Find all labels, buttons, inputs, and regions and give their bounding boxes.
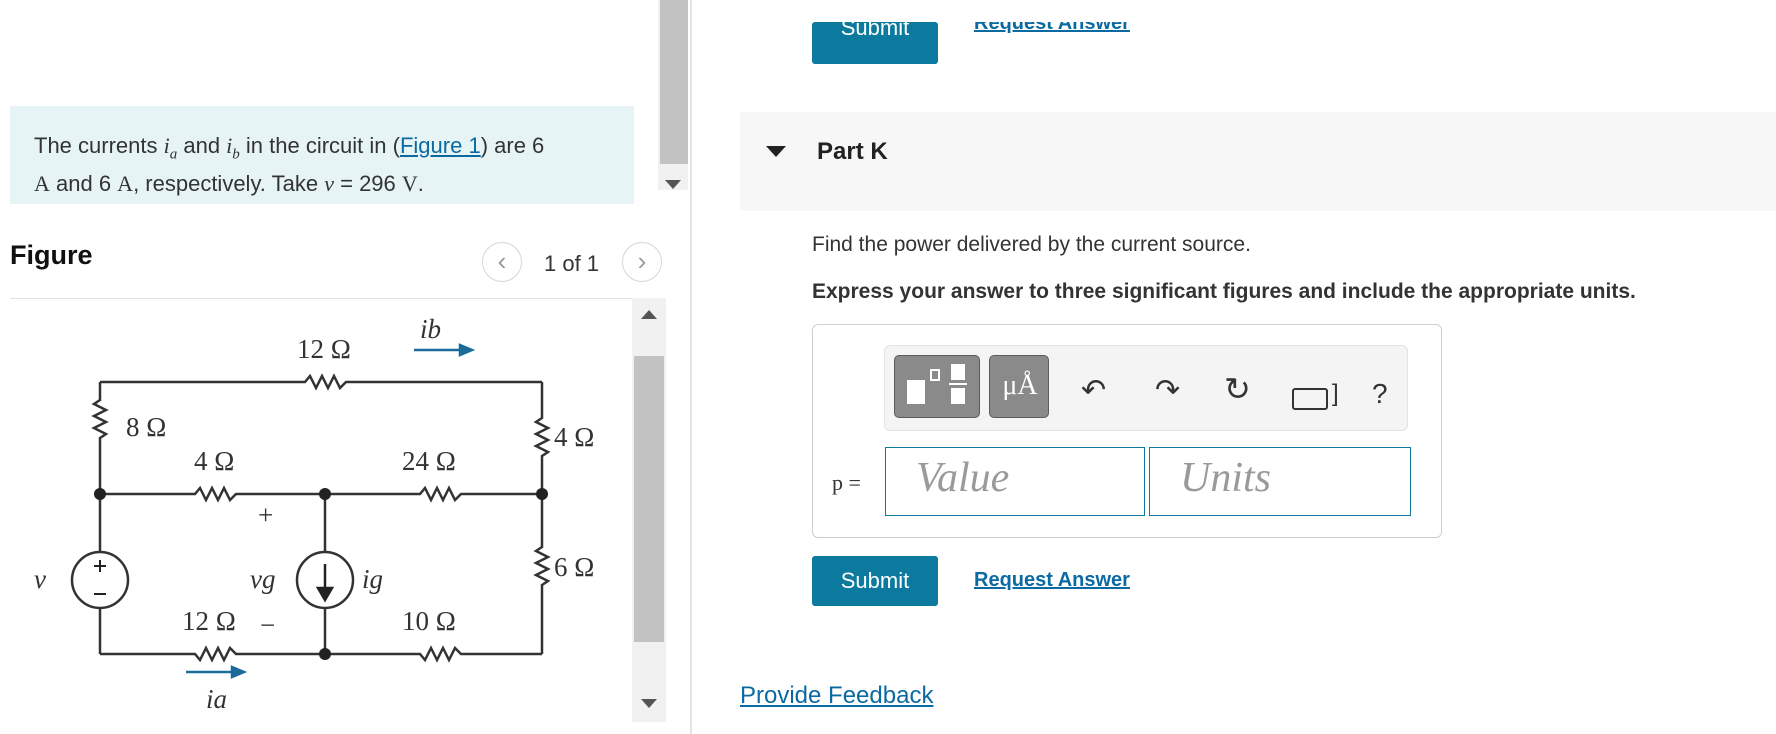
keyboard-bracket: ] xyxy=(1332,380,1339,407)
pane-divider xyxy=(690,0,692,734)
figure-title: Figure xyxy=(10,240,93,270)
var-ia: ia xyxy=(163,133,178,163)
label-minus: − xyxy=(260,610,275,640)
submit-button-previous[interactable]: Submit xyxy=(812,22,938,64)
submit-button[interactable]: Submit xyxy=(812,556,938,606)
provide-feedback-link[interactable]: Provide Feedback xyxy=(740,682,933,710)
instruction-text: Express your answer to three significant… xyxy=(812,280,1636,303)
request-answer-link[interactable]: Request Answer xyxy=(974,569,1130,592)
help-icon[interactable]: ? xyxy=(1372,378,1388,410)
label-r-right-bottom: 6 Ω xyxy=(554,552,594,582)
figure-link[interactable]: Figure 1 xyxy=(400,133,481,158)
units-input[interactable]: Units xyxy=(1149,447,1411,516)
question-text: Find the power delivered by the current … xyxy=(812,233,1251,256)
request-answer-link-previous[interactable]: Request Answer xyxy=(974,22,1130,50)
label-r-left-top: 8 Ω xyxy=(126,412,166,442)
chevron-left-icon[interactable]: ‹ xyxy=(482,242,522,282)
templates-button[interactable] xyxy=(894,355,980,418)
label-ib: ib xyxy=(420,314,441,344)
units-button[interactable]: μÅ xyxy=(989,355,1049,418)
redo-icon[interactable]: ↷ xyxy=(1155,373,1180,408)
part-header[interactable] xyxy=(740,112,1776,211)
label-r-mid-right: 24 Ω xyxy=(402,446,456,476)
label-v: v xyxy=(34,564,46,594)
label-r-mid-left: 4 Ω xyxy=(194,446,234,476)
caret-down-icon[interactable] xyxy=(766,146,786,157)
pane-scroll-down-icon[interactable] xyxy=(665,180,681,189)
templates-icon xyxy=(907,364,967,404)
label-vg: vg xyxy=(250,564,275,594)
var-ib: ib xyxy=(226,133,240,163)
figure-scrollbar-thumb[interactable] xyxy=(634,356,664,642)
variable-label: p = xyxy=(832,470,861,495)
label-r-right-top: 4 Ω xyxy=(554,422,594,452)
keyboard-icon[interactable] xyxy=(1292,388,1328,410)
label-r-top: 12 Ω xyxy=(297,334,351,364)
reset-icon[interactable]: ↻ xyxy=(1224,370,1251,408)
label-ig: ig xyxy=(362,564,383,594)
label-r-bottom-right: 10 Ω xyxy=(402,606,456,636)
problem-statement: The currents ia and ib in the circuit in… xyxy=(10,106,634,204)
figure-counter: 1 of 1 xyxy=(544,251,600,276)
label-plus: + xyxy=(258,500,273,530)
label-r-bottom-left: 12 Ω xyxy=(182,606,236,636)
scroll-up-icon[interactable] xyxy=(641,310,657,319)
scroll-down-icon[interactable] xyxy=(641,699,657,708)
pane-scrollbar-thumb[interactable] xyxy=(660,0,688,164)
undo-icon[interactable]: ↶ xyxy=(1081,373,1106,408)
circuit-diagram: 12 Ω 8 Ω 4 Ω 24 Ω 4 Ω 6 Ω 12 Ω 10 Ω + − … xyxy=(34,314,594,714)
part-title[interactable]: Part K xyxy=(817,138,888,166)
label-ia: ia xyxy=(206,684,227,714)
problem-pane: The currents ia and ib in the circuit in… xyxy=(0,0,690,734)
value-input[interactable]: Value xyxy=(885,447,1145,516)
figure-divider xyxy=(10,298,635,299)
chevron-right-icon[interactable]: › xyxy=(622,242,662,282)
